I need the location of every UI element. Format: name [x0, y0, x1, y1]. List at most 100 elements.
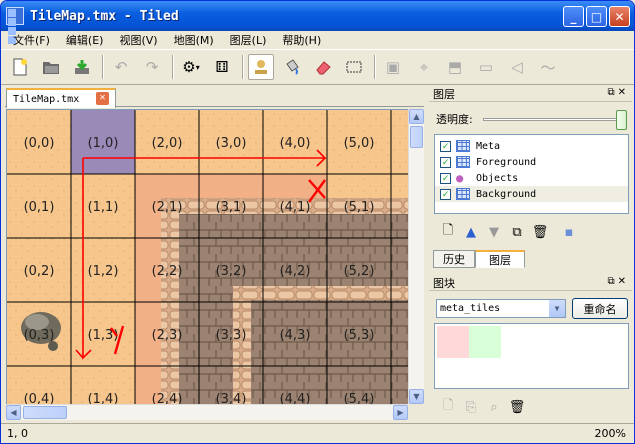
- meta-tile-red[interactable]: [437, 326, 469, 358]
- tab-layers[interactable]: 图层: [475, 250, 525, 268]
- duplicate-layer-icon[interactable]: ⧉: [507, 222, 527, 242]
- delete-layer-icon[interactable]: 🗑: [530, 222, 550, 242]
- stamp-brush-icon[interactable]: [248, 54, 274, 80]
- tilesets-panel-title-text: 图块: [433, 276, 455, 290]
- map-grid[interactable]: (0,0) (1,0) (2,0) (3,0) (4,0) (5,0) (0,1) (1,1)…: [7, 110, 408, 404]
- tab-history[interactable]: 历史: [433, 250, 475, 268]
- open-folder-icon[interactable]: [38, 54, 64, 80]
- insert-image-icon[interactable]: ▭: [473, 54, 499, 80]
- object-layer-icon: ●: [456, 171, 464, 185]
- save-icon[interactable]: [69, 54, 95, 80]
- window-title: TileMap.tmx - Tiled: [30, 8, 179, 24]
- panel-float-close-icon[interactable]: ⧉✕: [607, 276, 629, 287]
- cell-coordinate-label: (2,2): [152, 264, 183, 279]
- bucket-fill-icon[interactable]: [279, 54, 305, 80]
- rect-select-icon[interactable]: [341, 54, 367, 80]
- wall-inner-top: [233, 286, 408, 300]
- layer-list[interactable]: ✓ Meta ✓ Foreground ✓ ● Objects ✓ Backgr…: [434, 134, 629, 214]
- tileset-selector[interactable]: meta_tiles ▼: [436, 299, 566, 318]
- minimize-button[interactable]: _: [563, 6, 584, 27]
- layer-visible-checkbox[interactable]: ✓: [440, 156, 451, 168]
- opacity-slider-track[interactable]: [483, 118, 619, 121]
- horizontal-scroll-thumb[interactable]: [23, 406, 67, 419]
- layer-name: Objects: [476, 172, 519, 184]
- delete-tileset-icon[interactable]: 🗑: [507, 397, 527, 417]
- meta-tile-green[interactable]: [469, 326, 501, 358]
- cell-coordinate-label: (2,4): [152, 392, 183, 404]
- vertical-scroll-thumb[interactable]: [410, 126, 423, 148]
- toolbar-separator: [374, 55, 375, 79]
- tile-layer-icon: [456, 156, 470, 168]
- opacity-slider-handle[interactable]: [616, 110, 627, 130]
- redo-icon[interactable]: ↷: [139, 54, 165, 80]
- cell-coordinate-label: (5,3): [344, 328, 375, 343]
- insert-polyline-icon[interactable]: 〜: [535, 54, 561, 80]
- close-button[interactable]: ✕: [609, 6, 630, 27]
- insert-tile-icon[interactable]: ⬒: [442, 54, 468, 80]
- layer-item-meta[interactable]: ✓ Meta: [435, 138, 628, 154]
- cell-coordinate-label: (0,1): [24, 200, 55, 215]
- cell-coordinate-label: (3,2): [216, 264, 247, 279]
- menu-layer[interactable]: 图层(L): [222, 32, 275, 48]
- add-layer-icon[interactable]: 🗋: [438, 222, 458, 242]
- cell-coordinate-label: (1,4): [88, 392, 119, 404]
- map-canvas[interactable]: (0,0) (1,0) (2,0) (3,0) (4,0) (5,0) (0,1) (1,1)…: [6, 109, 408, 404]
- import-tileset-icon[interactable]: ⎘: [461, 397, 481, 417]
- menu-file[interactable]: 文件(F): [5, 32, 58, 48]
- layer-name: Meta: [476, 140, 501, 152]
- tileset-properties-icon[interactable]: ⌕: [484, 397, 504, 417]
- layers-panel-title: 图层 ⧉✕: [429, 86, 632, 102]
- eraser-icon[interactable]: [310, 54, 336, 80]
- object-select-icon[interactable]: ▣: [380, 54, 406, 80]
- rename-tileset-button[interactable]: 重命名: [572, 298, 628, 319]
- cell-coordinate-label: (2,0): [152, 136, 183, 151]
- polygon-icon[interactable]: ⌖: [411, 54, 437, 80]
- cell-coordinate-label: (5,2): [344, 264, 375, 279]
- cell-coordinate-label: (3,4): [216, 392, 247, 404]
- layer-visible-checkbox[interactable]: ✓: [440, 140, 451, 152]
- layer-visible-checkbox[interactable]: ✓: [440, 188, 451, 200]
- horizontal-scrollbar[interactable]: ◀ ▶: [6, 404, 408, 420]
- insert-polygon-icon[interactable]: ◁: [504, 54, 530, 80]
- scroll-right-icon[interactable]: ▶: [393, 405, 408, 420]
- menu-edit[interactable]: 编辑(E): [58, 32, 112, 48]
- scroll-down-icon[interactable]: ▼: [409, 389, 424, 404]
- menu-view[interactable]: 视图(V): [111, 32, 165, 48]
- tab-close-icon[interactable]: ✕: [96, 92, 109, 105]
- tileset-selector-value: meta_tiles: [440, 303, 501, 314]
- chevron-down-icon[interactable]: ▼: [549, 300, 565, 317]
- zoom-level: 200%: [594, 427, 626, 440]
- raise-layer-icon[interactable]: ▲: [461, 222, 481, 242]
- tileset-view[interactable]: [434, 323, 629, 389]
- cell-coordinate-label: (3,3): [216, 328, 247, 343]
- cell-coordinate-label: (2,3): [152, 328, 183, 343]
- cell-coordinate-label: (1,0): [88, 136, 119, 151]
- vertical-scrollbar[interactable]: ▲ ▼: [408, 109, 424, 404]
- layer-visible-checkbox[interactable]: ✓: [440, 172, 451, 184]
- cell-coordinate-label: (0,0): [24, 136, 55, 151]
- scroll-left-icon[interactable]: ◀: [6, 405, 21, 420]
- layer-item-background[interactable]: ✓ Background: [435, 186, 628, 202]
- layer-name: Background: [476, 188, 537, 200]
- undo-icon[interactable]: ↶: [108, 54, 134, 80]
- layer-item-foreground[interactable]: ✓ Foreground: [435, 154, 628, 170]
- document-tab-label: TileMap.tmx: [13, 93, 80, 105]
- settings-icon[interactable]: ⚙ ▾: [178, 54, 204, 80]
- title-bar[interactable]: TileMap.tmx - Tiled _ □ ✕: [1, 1, 634, 44]
- maximize-button[interactable]: □: [586, 6, 607, 27]
- new-file-icon[interactable]: [7, 54, 33, 80]
- lower-layer-icon[interactable]: ▼: [484, 222, 504, 242]
- document-tab[interactable]: TileMap.tmx ✕: [6, 88, 116, 108]
- scroll-up-icon[interactable]: ▲: [409, 109, 424, 124]
- new-tileset-icon[interactable]: 🗋: [438, 397, 458, 417]
- cell-coordinate-label: (0,2): [24, 264, 55, 279]
- panel-float-close-icon[interactable]: ⧉✕: [607, 87, 629, 98]
- dice-icon[interactable]: ⚅: [209, 54, 235, 80]
- layer-item-objects[interactable]: ✓ ● Objects: [435, 170, 628, 186]
- layer-properties-icon[interactable]: ▪: [559, 222, 579, 242]
- cell-coordinate-label: (1,2): [88, 264, 119, 279]
- layer-name: Foreground: [476, 156, 537, 168]
- menu-map[interactable]: 地图(M): [166, 32, 222, 48]
- menu-help[interactable]: 帮助(H): [274, 32, 329, 48]
- wall-inner: [233, 286, 251, 404]
